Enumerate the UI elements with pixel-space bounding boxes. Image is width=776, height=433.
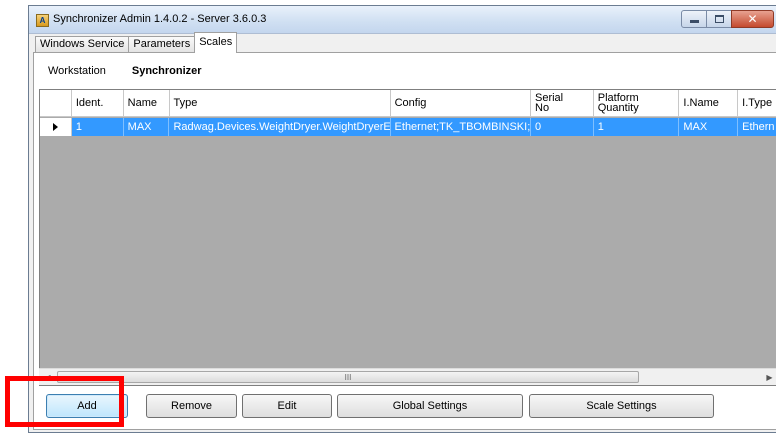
close-button[interactable]: ✕ (731, 10, 774, 28)
edit-button[interactable]: Edit (242, 394, 332, 418)
tab-bar: Windows Service Parameters Scales (35, 32, 238, 53)
row-selector[interactable] (40, 118, 72, 136)
workstation-label: Workstation (48, 65, 106, 77)
add-button[interactable]: Add (46, 394, 128, 418)
row-header-corner[interactable] (40, 90, 72, 116)
chevron-right-icon: ▶ (766, 372, 773, 382)
cell-serial-no[interactable]: 0 (531, 118, 594, 136)
cell-config[interactable]: Ethernet;TK_TBOMBINSKI;4001 (391, 118, 531, 136)
app-icon[interactable]: A (36, 14, 49, 27)
current-row-arrow-icon (52, 123, 58, 131)
horizontal-scrollbar[interactable]: ◀ III ▶ (39, 368, 776, 385)
cell-ident[interactable]: 1 (72, 118, 124, 136)
remove-button[interactable]: Remove (146, 394, 237, 418)
minimize-icon (689, 20, 699, 23)
maximize-icon (714, 15, 724, 23)
minimize-button[interactable] (681, 10, 707, 28)
chevron-left-icon: ◀ (44, 372, 51, 382)
column-header-itype[interactable]: I.Type (738, 90, 776, 116)
maximize-button[interactable] (706, 10, 732, 28)
cell-iname[interactable]: MAX (679, 118, 739, 136)
tab-windows-service[interactable]: Windows Service (35, 36, 130, 53)
global-settings-button[interactable]: Global Settings (337, 394, 523, 418)
column-header-iname[interactable]: I.Name (679, 90, 739, 116)
workstation-value: Synchronizer (131, 65, 202, 77)
close-icon: ✕ (747, 12, 758, 26)
window-title: Synchronizer Admin 1.4.0.2 - Server 3.6.… (53, 13, 267, 25)
scales-grid[interactable]: Ident. Name Type Config Serial No Platfo… (39, 89, 776, 386)
scrollbar-thumb[interactable]: III (57, 371, 639, 383)
cell-type[interactable]: Radwag.Devices.WeightDryer.WeightDryerEn… (169, 118, 391, 136)
column-header-serial-no[interactable]: Serial No (531, 90, 594, 116)
cell-itype[interactable]: Ethern (738, 118, 776, 136)
window-controls: ✕ (681, 10, 774, 28)
scales-panel: Workstation Synchronizer Ident. Name Typ… (33, 52, 776, 430)
scroll-left-button[interactable]: ◀ (39, 369, 56, 385)
cell-platform-quantity[interactable]: 1 (594, 118, 680, 136)
tab-parameters[interactable]: Parameters (128, 36, 196, 53)
scroll-right-button[interactable]: ▶ (761, 369, 776, 385)
column-header-ident[interactable]: Ident. (72, 90, 124, 116)
scale-settings-button[interactable]: Scale Settings (529, 394, 714, 418)
tab-scales[interactable]: Scales (194, 32, 238, 53)
column-header-name[interactable]: Name (124, 90, 170, 116)
column-header-config[interactable]: Config (391, 90, 531, 116)
workstation-info: Workstation Synchronizer (48, 65, 202, 77)
app-window: A Synchronizer Admin 1.4.0.2 - Server 3.… (28, 5, 776, 433)
table-row[interactable]: 1 MAX Radwag.Devices.WeightDryer.WeightD… (40, 118, 776, 136)
title-bar[interactable]: A Synchronizer Admin 1.4.0.2 - Server 3.… (29, 6, 776, 34)
cell-name[interactable]: MAX (124, 118, 170, 136)
scrollbar-grip: III (344, 372, 352, 382)
column-header-platform-quantity[interactable]: Platform Quantity (594, 90, 680, 116)
column-header-type[interactable]: Type (170, 90, 391, 116)
grid-header: Ident. Name Type Config Serial No Platfo… (40, 90, 776, 117)
